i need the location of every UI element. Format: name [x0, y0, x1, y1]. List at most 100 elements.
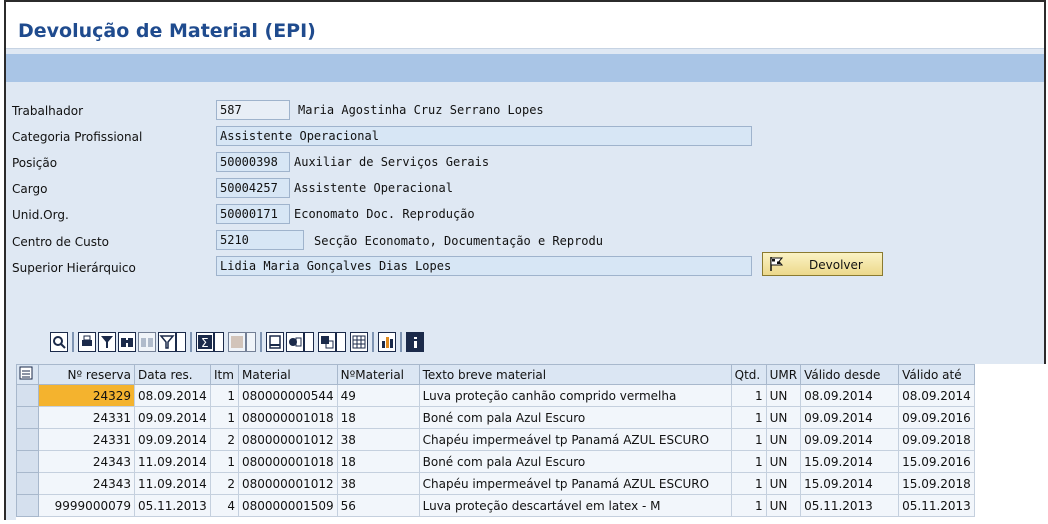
- select-all-icon[interactable]: [16, 364, 39, 385]
- trabalhador-code-field[interactable]: 587: [216, 100, 290, 120]
- table-cell[interactable]: 080000000544: [238, 384, 338, 407]
- table-cell[interactable]: 1: [730, 384, 767, 407]
- row-selector[interactable]: [16, 450, 39, 473]
- export-icon[interactable]: [286, 332, 304, 352]
- table-cell[interactable]: 15.09.2018: [898, 472, 975, 495]
- table-cell[interactable]: 080000001018: [238, 406, 338, 429]
- table-cell[interactable]: Chapéu impermeável tp Panamá AZUL ESCURO: [418, 428, 732, 451]
- table-cell[interactable]: 09.09.2018: [898, 428, 975, 451]
- print-preview-icon[interactable]: [266, 332, 284, 352]
- table-cell[interactable]: 05.11.2013: [898, 494, 975, 517]
- row-selector[interactable]: [16, 406, 39, 429]
- table-cell[interactable]: UN: [765, 384, 802, 407]
- find-next-icon[interactable]: [138, 332, 156, 352]
- table-cell[interactable]: 15.09.2014: [800, 450, 900, 473]
- table-cell[interactable]: UN: [765, 494, 802, 517]
- cargo-code-field[interactable]: 50004257: [216, 178, 290, 198]
- table-cell[interactable]: 38: [336, 428, 420, 451]
- column-header-nreserva[interactable]: Nº reserva: [38, 364, 135, 385]
- table-row[interactable]: 9999000079 05.11.2013 4 080000001509 56 Luva …: [16, 494, 975, 517]
- table-cell[interactable]: 1: [730, 406, 767, 429]
- column-header-nmaterial[interactable]: NºMaterial: [336, 364, 420, 385]
- column-header-material[interactable]: Material: [238, 364, 338, 385]
- table-cell[interactable]: Luva proteção descartável em latex - M: [418, 494, 732, 517]
- table-cell[interactable]: 09.09.2014: [800, 406, 900, 429]
- column-header-qtd[interactable]: Qtd.: [730, 364, 767, 385]
- column-header-itm[interactable]: Itm: [210, 364, 239, 385]
- table-cell[interactable]: 080000001018: [238, 450, 338, 473]
- table-cell[interactable]: 1: [730, 472, 767, 495]
- info-icon[interactable]: [406, 332, 424, 352]
- table-cell[interactable]: 080000001509: [238, 494, 338, 517]
- subtotal-dropdown-icon[interactable]: [246, 332, 256, 352]
- sum-icon[interactable]: Σ: [196, 332, 214, 352]
- table-cell[interactable]: 15.09.2016: [898, 450, 975, 473]
- table-cell[interactable]: 49: [336, 384, 420, 407]
- centro-custo-code-field[interactable]: 5210: [216, 230, 304, 250]
- row-selector[interactable]: [16, 428, 39, 451]
- layout-dropdown-icon[interactable]: [336, 332, 346, 352]
- unid-org-code-field[interactable]: 50000171: [216, 204, 290, 224]
- table-cell[interactable]: 38: [336, 472, 420, 495]
- sum-dropdown-icon[interactable]: [214, 332, 224, 352]
- table-cell[interactable]: 09.09.2014: [800, 428, 900, 451]
- grid-icon[interactable]: [350, 332, 368, 352]
- categoria-field[interactable]: Assistente Operacional: [216, 126, 752, 146]
- table-cell[interactable]: 2: [210, 472, 239, 495]
- table-cell[interactable]: 11.09.2014: [134, 472, 211, 495]
- table-row[interactable]: 24343 11.09.2014 1 080000001018 18 Boné com p…: [16, 450, 975, 473]
- table-cell[interactable]: 56: [336, 494, 420, 517]
- column-header-texto[interactable]: Texto breve material: [418, 364, 732, 385]
- row-selector[interactable]: [16, 472, 39, 495]
- table-cell[interactable]: 1: [730, 450, 767, 473]
- table-cell[interactable]: 9999000079: [38, 494, 135, 517]
- table-cell[interactable]: 24331: [38, 406, 135, 429]
- table-cell[interactable]: 24331: [38, 428, 135, 451]
- filter-icon[interactable]: [98, 332, 116, 352]
- table-cell[interactable]: Boné com pala Azul Escuro: [418, 406, 732, 429]
- table-cell[interactable]: 24343: [38, 472, 135, 495]
- table-cell[interactable]: 09.09.2014: [134, 406, 211, 429]
- subtotal-icon[interactable]: [228, 332, 246, 352]
- table-cell[interactable]: 080000001012: [238, 428, 338, 451]
- layout-icon[interactable]: [318, 332, 336, 352]
- column-header-valido-desde[interactable]: Válido desde: [800, 364, 900, 385]
- table-row[interactable]: 24331 09.09.2014 1 080000001018 18 Boné com p…: [16, 406, 975, 429]
- table-cell[interactable]: 4: [210, 494, 239, 517]
- column-header-valido-ate[interactable]: Válido até: [898, 364, 975, 385]
- table-cell[interactable]: 05.11.2013: [134, 494, 211, 517]
- table-cell[interactable]: 08.09.2014: [134, 384, 211, 407]
- table-cell[interactable]: 08.09.2014: [800, 384, 900, 407]
- table-row[interactable]: 24331 09.09.2014 2 080000001012 38 Chapéu imp…: [16, 428, 975, 451]
- table-cell[interactable]: 24329: [38, 384, 135, 407]
- column-header-data-res[interactable]: Data res.: [134, 364, 211, 385]
- table-cell[interactable]: 080000001012: [238, 472, 338, 495]
- posicao-code-field[interactable]: 50000398: [216, 152, 290, 172]
- table-cell[interactable]: 11.09.2014: [134, 450, 211, 473]
- graphic-icon[interactable]: [378, 332, 396, 352]
- table-cell[interactable]: 1: [210, 384, 239, 407]
- superior-field[interactable]: Lidia Maria Gonçalves Dias Lopes: [216, 256, 752, 276]
- devolver-button[interactable]: Devolver: [762, 252, 883, 276]
- table-cell[interactable]: 15.09.2014: [800, 472, 900, 495]
- export-dropdown-icon[interactable]: [304, 332, 314, 352]
- table-cell[interactable]: UN: [765, 472, 802, 495]
- table-cell[interactable]: UN: [765, 450, 802, 473]
- table-cell[interactable]: 24343: [38, 450, 135, 473]
- table-cell[interactable]: 18: [336, 450, 420, 473]
- table-cell[interactable]: 1: [210, 406, 239, 429]
- table-cell[interactable]: 18: [336, 406, 420, 429]
- table-cell[interactable]: Chapéu impermeável tp Panamá AZUL ESCURO: [418, 472, 732, 495]
- table-cell[interactable]: UN: [765, 428, 802, 451]
- table-cell[interactable]: 08.09.2014: [898, 384, 975, 407]
- table-row[interactable]: 24343 11.09.2014 2 080000001012 38 Chapéu imp…: [16, 472, 975, 495]
- table-cell[interactable]: 2: [210, 428, 239, 451]
- table-cell[interactable]: 05.11.2013: [800, 494, 900, 517]
- table-cell[interactable]: 1: [730, 428, 767, 451]
- table-cell[interactable]: Boné com pala Azul Escuro: [418, 450, 732, 473]
- set-filter-dropdown-icon[interactable]: [176, 332, 186, 352]
- table-cell[interactable]: 09.09.2016: [898, 406, 975, 429]
- find-icon[interactable]: [118, 332, 136, 352]
- row-selector[interactable]: [16, 384, 39, 407]
- details-icon[interactable]: [50, 332, 68, 352]
